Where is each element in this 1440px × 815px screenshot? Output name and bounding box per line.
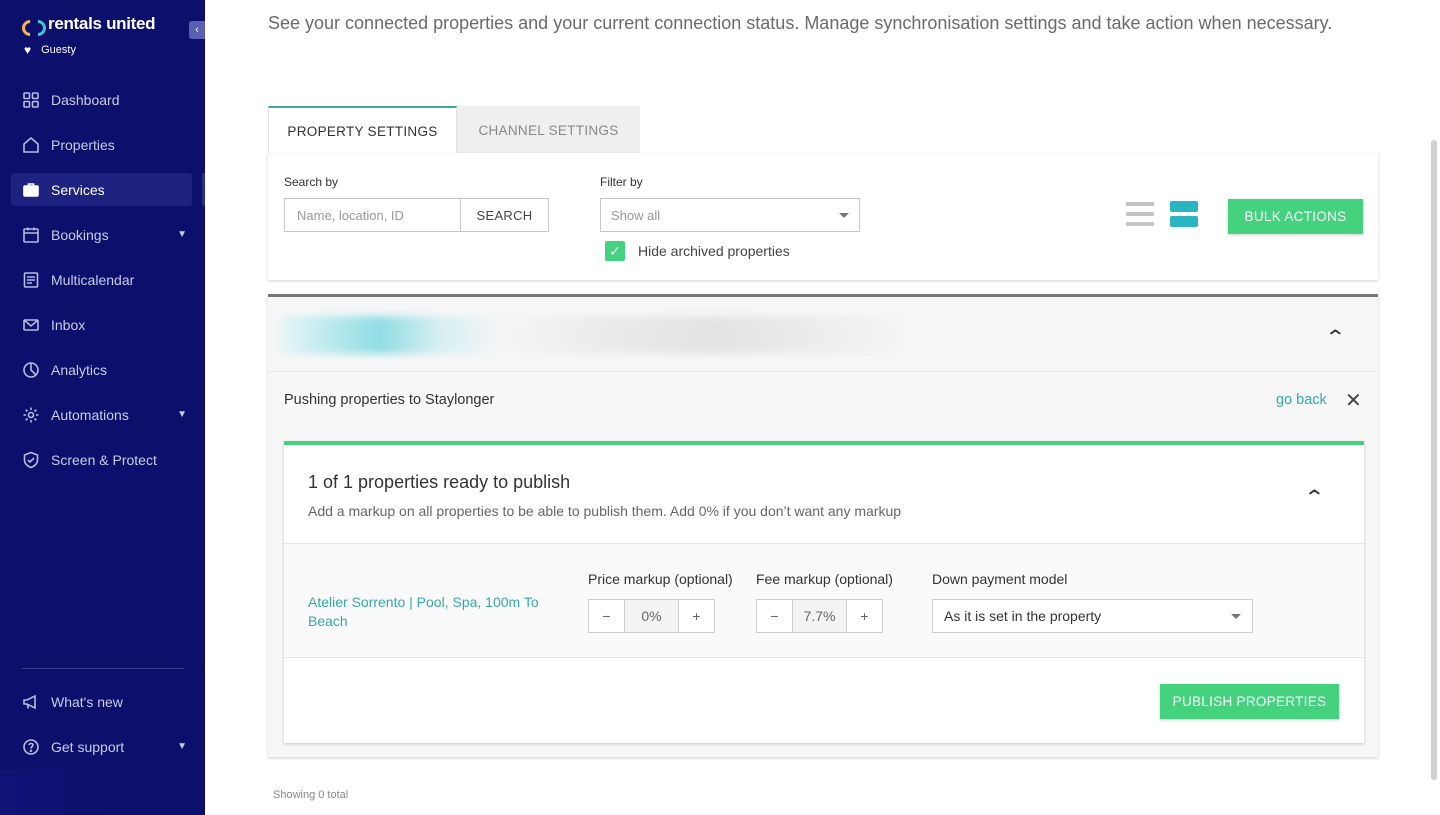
fee-markup-label: Fee markup (optional) xyxy=(756,571,893,587)
filter-select-value: Show all xyxy=(611,207,661,223)
property-row: Atelier Sorrento | Pool, Spa, 100m To Be… xyxy=(284,543,1364,658)
sidebar-item-label: Analytics xyxy=(51,361,108,378)
property-name-link[interactable]: Atelier Sorrento | Pool, Spa, 100m To Be… xyxy=(308,593,568,631)
sidebar-item-screen-protect[interactable]: Screen & Protect xyxy=(0,437,205,482)
org-name: Guesty xyxy=(41,44,76,56)
megaphone-icon xyxy=(22,693,40,711)
sidebar-nav: Dashboard Properties Services Bookings ▼… xyxy=(0,77,205,482)
sidebar-item-label: Bookings xyxy=(51,226,109,243)
sidebar-item-label: What's new xyxy=(51,693,123,710)
sidebar-item-properties[interactable]: Properties xyxy=(0,122,205,167)
logo-icon xyxy=(22,18,42,30)
pie-chart-icon xyxy=(22,361,40,379)
caret-down-icon xyxy=(839,213,849,218)
caret-down-icon xyxy=(1231,614,1241,619)
chevron-up-icon[interactable]: ⌃ xyxy=(1325,325,1347,350)
card-view-icon[interactable] xyxy=(1170,201,1198,227)
property-card: ⌃ Pushing properties to Staylonger go ba… xyxy=(268,294,1378,757)
briefcase-icon xyxy=(22,181,40,199)
close-icon[interactable]: ✕ xyxy=(1345,388,1362,413)
sidebar-item-label: Automations xyxy=(51,406,129,423)
calendar-icon xyxy=(22,226,40,244)
increment-button[interactable]: + xyxy=(847,600,882,632)
sidebar-item-label: Properties xyxy=(51,136,115,153)
publish-panel: 1 of 1 properties ready to publish Add a… xyxy=(284,441,1364,743)
search-label: Search by xyxy=(284,175,339,189)
blurred-property-header xyxy=(280,316,900,354)
brand-logo[interactable]: rentals united xyxy=(22,14,156,34)
mail-icon xyxy=(22,316,40,334)
list-view-icon[interactable] xyxy=(1126,202,1154,226)
go-back-link[interactable]: go back xyxy=(1276,392,1327,408)
checkbox-checked-icon[interactable]: ✓ xyxy=(605,241,625,261)
sidebar-item-label: Screen & Protect xyxy=(51,451,157,468)
increment-button[interactable]: + xyxy=(679,600,714,632)
tab-property-settings[interactable]: PROPERTY SETTINGS xyxy=(268,106,457,154)
org-selector[interactable]: ♥ Guesty xyxy=(24,43,76,57)
fee-markup-stepper: − 7.7% + xyxy=(756,599,883,633)
shield-icon xyxy=(22,451,40,469)
publish-properties-button[interactable]: PUBLISH PROPERTIES xyxy=(1160,684,1339,719)
push-title: Pushing properties to Staylonger xyxy=(284,392,495,408)
hide-archived-toggle[interactable]: ✓ Hide archived properties xyxy=(605,241,790,261)
main-content: See your connected properties and your c… xyxy=(205,0,1440,815)
sidebar-collapse-button[interactable]: ‹ xyxy=(189,21,205,39)
sidebar-item-dashboard[interactable]: Dashboard xyxy=(0,77,205,122)
chevron-down-icon: ▼ xyxy=(177,409,187,420)
sidebar-item-label: Inbox xyxy=(51,316,86,333)
results-count: Showing 0 total xyxy=(273,789,349,801)
sidebar-bottom-nav: What's new Get support ▼ xyxy=(0,679,205,769)
chevron-up-icon[interactable]: ⌃ xyxy=(1303,485,1325,510)
ready-subtitle: Add a markup on all properties to be abl… xyxy=(308,503,902,519)
scrollbar[interactable] xyxy=(1431,140,1437,780)
fee-markup-input[interactable]: 7.7% xyxy=(792,600,847,632)
chevron-down-icon: ▼ xyxy=(177,229,187,240)
multicalendar-icon xyxy=(22,271,40,289)
sidebar-item-label: Services xyxy=(51,181,105,198)
settings-tabs: PROPERTY SETTINGS CHANNEL SETTINGS xyxy=(268,106,640,154)
down-payment-select[interactable]: As it is set in the property xyxy=(932,599,1253,633)
decrement-button[interactable]: − xyxy=(757,600,792,632)
filter-label: Filter by xyxy=(600,175,643,189)
sidebar-item-label: Dashboard xyxy=(51,91,120,108)
sidebar-footer xyxy=(0,769,205,815)
decrement-button[interactable]: − xyxy=(589,600,624,632)
price-markup-input[interactable]: 0% xyxy=(624,600,679,632)
sidebar-item-analytics[interactable]: Analytics xyxy=(0,347,205,392)
sidebar-item-automations[interactable]: Automations ▼ xyxy=(0,392,205,437)
home-icon xyxy=(22,136,40,154)
sidebar-item-inbox[interactable]: Inbox xyxy=(0,302,205,347)
sidebar: rentals united ♥ Guesty ‹ Dashboard Prop… xyxy=(0,0,205,815)
ready-title: 1 of 1 properties ready to publish xyxy=(308,472,571,492)
brand-name: rentals united xyxy=(48,14,156,33)
sidebar-item-bookings[interactable]: Bookings ▼ xyxy=(0,212,205,257)
search-input[interactable]: Name, location, ID xyxy=(284,198,461,232)
down-payment-value: As it is set in the property xyxy=(944,608,1102,624)
bulk-actions-button[interactable]: BULK ACTIONS xyxy=(1228,199,1363,234)
sidebar-item-label: Multicalendar xyxy=(51,271,135,288)
search-button[interactable]: SEARCH xyxy=(460,198,549,232)
chevron-down-icon: ▼ xyxy=(177,741,187,752)
page-intro: See your connected properties and your c… xyxy=(268,13,1333,33)
tab-channel-settings[interactable]: CHANNEL SETTINGS xyxy=(457,106,640,154)
price-markup-stepper: − 0% + xyxy=(588,599,715,633)
chevron-left-icon: ‹ xyxy=(195,24,199,36)
price-markup-label: Price markup (optional) xyxy=(588,571,733,587)
dashboard-icon xyxy=(22,91,40,109)
push-header: Pushing properties to Staylonger go back… xyxy=(268,371,1376,427)
down-payment-label: Down payment model xyxy=(932,571,1068,587)
sidebar-divider xyxy=(22,668,184,669)
sidebar-item-services[interactable]: Services xyxy=(0,167,205,212)
filter-select[interactable]: Show all xyxy=(600,198,860,232)
hide-archived-label: Hide archived properties xyxy=(638,243,790,259)
filter-panel: Search by Name, location, ID SEARCH Filt… xyxy=(268,153,1378,280)
sidebar-item-whats-new[interactable]: What's new xyxy=(0,679,205,724)
heart-icon: ♥ xyxy=(24,43,32,57)
gear-icon xyxy=(22,406,40,424)
sidebar-item-label: Get support xyxy=(51,738,125,755)
sidebar-item-get-support[interactable]: Get support ▼ xyxy=(0,724,205,769)
sidebar-item-multicalendar[interactable]: Multicalendar xyxy=(0,257,205,302)
help-icon xyxy=(22,738,40,756)
